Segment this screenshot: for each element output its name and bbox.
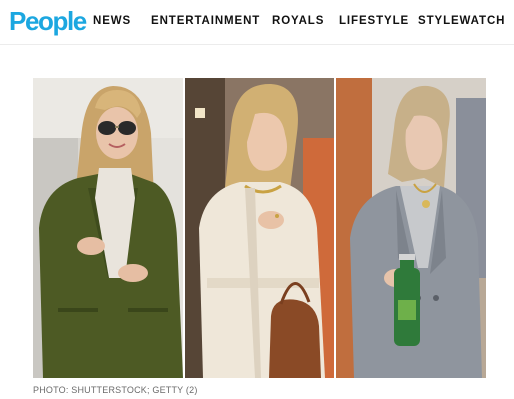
photo-green-coat <box>33 78 183 378</box>
people-logo[interactable]: People <box>9 7 87 35</box>
photo-collage <box>33 78 486 378</box>
site-header: People NEWS ENTERTAINMENT ROYALS LIFESTY… <box>0 0 514 45</box>
nav-news[interactable]: NEWS <box>93 15 131 27</box>
nav-entertainment[interactable]: ENTERTAINMENT <box>151 15 260 27</box>
photo-grey-blazer <box>336 78 486 378</box>
nav-lifestyle[interactable]: LIFESTYLE <box>339 15 409 27</box>
nav-stylewatch[interactable]: STYLEWATCH <box>418 15 505 27</box>
nav-royals[interactable]: ROYALS <box>272 15 324 27</box>
photo-cream-cardigan <box>185 78 334 378</box>
photo-credit: PHOTO: SHUTTERSTOCK; GETTY (2) <box>33 385 198 395</box>
